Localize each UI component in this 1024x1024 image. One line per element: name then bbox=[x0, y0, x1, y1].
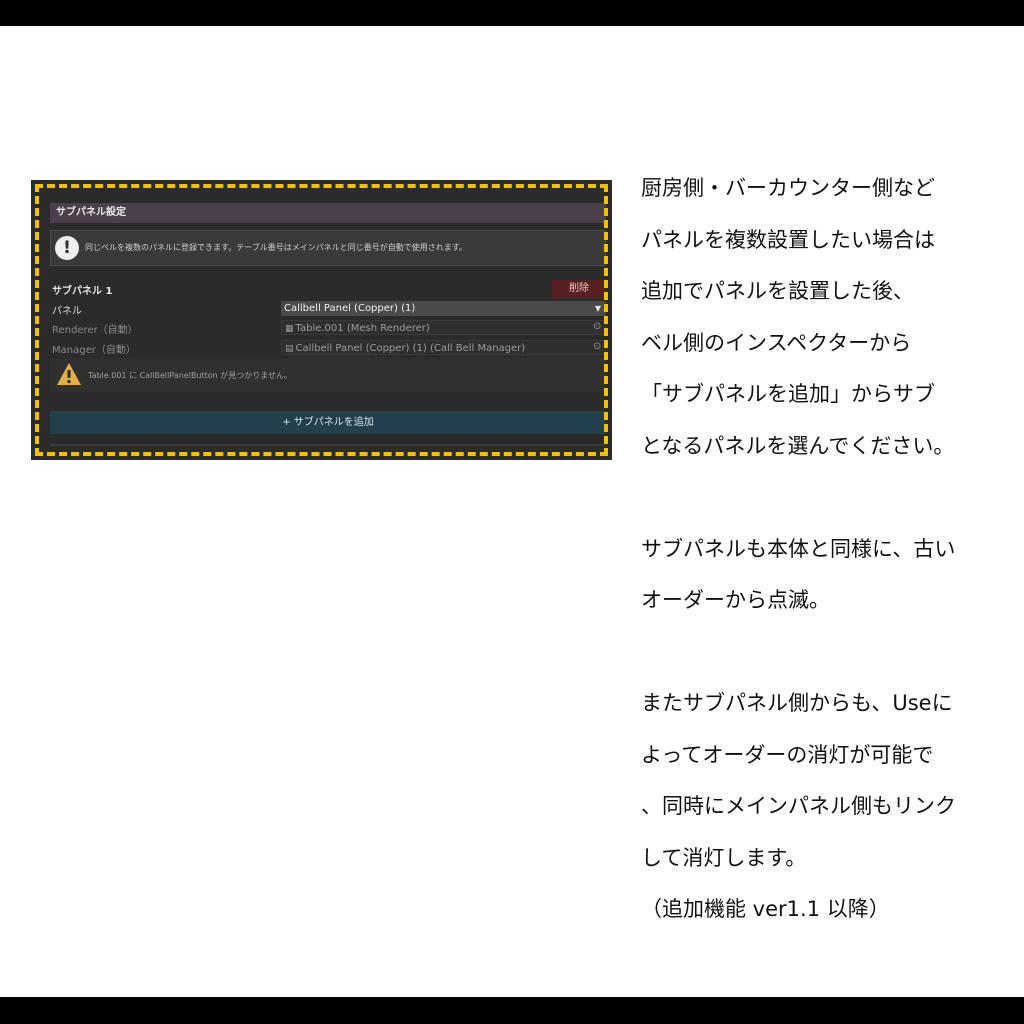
description-line: 「サブパネルを追加」からサブ bbox=[641, 382, 935, 406]
subpanel-title: サブパネル 1 bbox=[52, 286, 113, 297]
top-letterbox-bar bbox=[0, 0, 1024, 26]
section-header: サブパネル設定 bbox=[50, 203, 606, 223]
description-line: よってオーダーの消灯が可能で bbox=[641, 742, 934, 767]
info-text: 同じベルを複数のパネルに登録できます。テーブル番号はメインパネルと同じ番号が自動… bbox=[85, 243, 467, 252]
panel-label: パネル bbox=[52, 306, 82, 317]
description-line: となるパネルを選んでください。 bbox=[641, 433, 955, 458]
add-subpanel-button[interactable]: + サブパネルを追加 bbox=[50, 411, 606, 434]
divider bbox=[50, 444, 606, 446]
renderer-field[interactable]: ▦ Table.001 (Mesh Renderer) ⊙ bbox=[281, 320, 606, 335]
script-icon: ▤ bbox=[285, 344, 294, 354]
description-line: オーダーから点滅。 bbox=[641, 588, 830, 612]
description-line: 追加でパネルを設置した後、 bbox=[641, 279, 914, 303]
panel-dropdown-value: Callbell Panel (Copper) (1) bbox=[284, 303, 416, 314]
info-help-box: ! 同じベルを複数のパネルに登録できます。テーブル番号はメインパネルと同じ番号が… bbox=[50, 230, 606, 266]
bottom-letterbox-bar bbox=[0, 997, 1024, 1024]
renderer-label: Renderer（自動） bbox=[52, 325, 138, 336]
info-exclamation-icon: ! bbox=[55, 236, 79, 260]
description-line: サブパネルも本体と同様に、古い bbox=[641, 536, 956, 561]
warning-box: Table.001 に CallBellPanelButton が見つかりません… bbox=[50, 358, 606, 392]
description-line: して消灯します。 bbox=[641, 845, 807, 870]
description-text: 厨房側・バーカウンター側など パネルを複数設置したい場合は 追加でパネルを設置し… bbox=[641, 168, 1016, 929]
mesh-renderer-icon: ▦ bbox=[285, 324, 294, 334]
renderer-value: Table.001 (Mesh Renderer) bbox=[295, 323, 430, 334]
warning-icon bbox=[57, 363, 81, 385]
description-line: 、同時にメインパネル側もリンク bbox=[641, 794, 956, 818]
panel-dropdown[interactable]: Callbell Panel (Copper) (1) ▼ bbox=[281, 301, 606, 316]
description-line: （追加機能 ver1.1 以降） bbox=[641, 897, 890, 921]
description-line: またサブパネル側からも、Useに bbox=[641, 691, 953, 715]
description-line: パネルを複数設置したい場合は bbox=[641, 227, 935, 252]
manager-field[interactable]: ▤ Callbell Panel (Copper) (1) (Call Bell … bbox=[281, 340, 606, 355]
description-line: ベル側のインスペクターから bbox=[641, 330, 912, 355]
manager-value: Callbell Panel (Copper) (1) (Call Bell M… bbox=[295, 343, 526, 354]
object-picker-icon[interactable]: ⊙ bbox=[593, 342, 603, 352]
dropdown-arrow-icon: ▼ bbox=[594, 304, 601, 313]
warning-text: Table.001 に CallBellPanelButton が見つかりません… bbox=[88, 371, 293, 380]
manager-label: Manager（自動） bbox=[52, 345, 136, 356]
description-line: 厨房側・バーカウンター側など bbox=[641, 176, 935, 200]
inspector-screenshot: サブパネル設定 ! 同じベルを複数のパネルに登録できます。テーブル番号はメインパ… bbox=[31, 180, 612, 460]
object-picker-icon[interactable]: ⊙ bbox=[593, 322, 603, 332]
delete-button[interactable]: 削除 bbox=[552, 280, 606, 298]
